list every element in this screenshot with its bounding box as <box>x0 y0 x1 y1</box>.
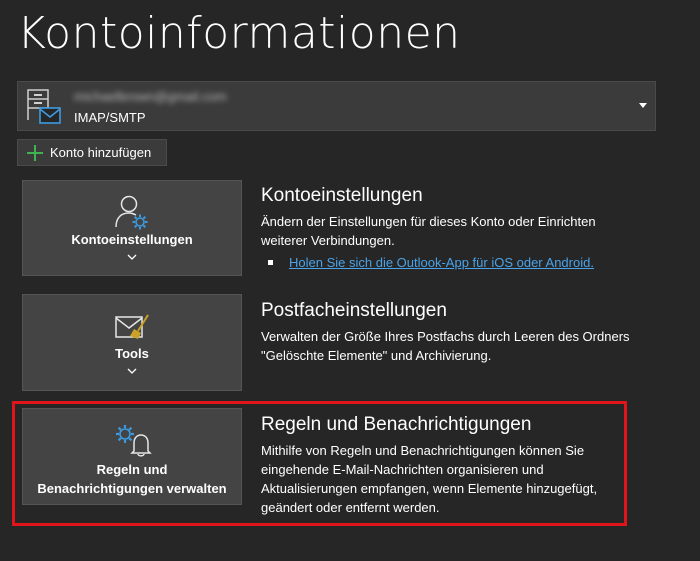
rules-description: Mithilfe von Regeln und Benachrichtigung… <box>261 443 598 515</box>
user-gear-icon <box>115 195 148 230</box>
account-settings-button-label: Kontoeinstellungen <box>71 232 193 247</box>
chevron-down-icon <box>127 368 137 374</box>
manage-rules-label-line2: Benachrichtigungen verwalten <box>37 481 227 496</box>
add-account-button[interactable]: Konto hinzufügen <box>17 139 167 166</box>
manage-rules-label-line1: Regeln und <box>96 462 168 477</box>
page-title: Kontoinformationen <box>17 8 461 59</box>
tools-button[interactable]: Tools <box>22 294 242 391</box>
account-email: michaelbrown@gmail.com <box>74 89 227 104</box>
plus-icon <box>27 144 43 161</box>
mailbox-broom-icon <box>115 314 149 339</box>
bullet-icon <box>268 260 273 265</box>
mailbox-settings-heading: Postfacheinstellungen <box>261 300 447 321</box>
rules-heading: Regeln und Benachrichtigungen <box>261 414 532 435</box>
account-type: IMAP/SMTP <box>74 110 146 125</box>
account-selector[interactable]: michaelbrown@gmail.com IMAP/SMTP <box>17 81 656 131</box>
account-mail-icon <box>27 89 61 124</box>
outlook-app-link[interactable]: Holen Sie sich die Outlook-App für iOS o… <box>289 255 594 270</box>
account-settings-description: Ändern der Einstellungen für dieses Kont… <box>261 214 596 248</box>
mailbox-settings-description: Verwalten der Größe Ihres Postfachs durc… <box>261 329 630 363</box>
account-settings-heading: Kontoeinstellungen <box>261 185 423 206</box>
manage-rules-button[interactable]: Regeln und Benachrichtigungen verwalten <box>22 408 242 505</box>
account-settings-button[interactable]: Kontoeinstellungen <box>22 180 242 276</box>
chevron-down-icon[interactable] <box>637 100 649 110</box>
add-account-label: Konto hinzufügen <box>50 145 152 160</box>
gear-bell-icon <box>116 425 152 457</box>
chevron-down-icon <box>127 254 137 260</box>
tools-button-label: Tools <box>115 346 149 361</box>
outlook-app-bullet: Holen Sie sich die Outlook-App für iOS o… <box>268 255 594 270</box>
